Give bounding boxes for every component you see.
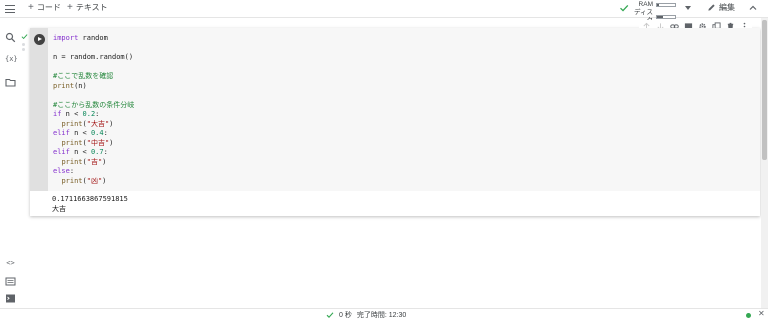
code-line[interactable]: elif n < 0.7: [53, 148, 134, 158]
pencil-icon [708, 4, 715, 11]
execution-status: 0 秒 完了時間: 12:30 [326, 310, 406, 320]
folder-icon[interactable] [5, 77, 16, 88]
plus-icon: + [67, 1, 73, 13]
ram-usage-bar [656, 3, 676, 7]
edit-button[interactable]: 編集 [707, 2, 735, 13]
code-line[interactable]: else: [53, 167, 134, 177]
output-line: 大吉 [52, 204, 66, 213]
code-line[interactable]: print(n) [53, 82, 134, 92]
cell-gutter [30, 28, 48, 191]
menu-icon[interactable] [5, 5, 15, 13]
code-editor[interactable]: import random n = random.random() #ここで乱数… [48, 28, 760, 191]
connected-check-icon [620, 4, 629, 12]
top-toolbar: + コード + テキスト RAM ディスク 編集 [0, 0, 768, 24]
code-line[interactable]: print("凶") [53, 177, 134, 187]
code-line[interactable] [53, 63, 134, 73]
run-icon[interactable] [34, 34, 45, 45]
code-line[interactable]: n = random.random() [53, 53, 134, 63]
code-snippets-icon[interactable]: <> [5, 258, 16, 269]
command-palette-icon[interactable] [5, 276, 16, 287]
code-line[interactable]: print("大吉") [53, 120, 134, 130]
variables-icon[interactable]: {x} [5, 54, 18, 65]
connection-status-dot [746, 313, 751, 318]
add-code-label: コード [36, 3, 61, 12]
code-line[interactable]: print("吉") [53, 158, 134, 168]
add-code-button[interactable]: + コード [28, 2, 61, 13]
disk-usage-bar [656, 15, 676, 19]
terminal-icon[interactable] [5, 293, 16, 304]
check-icon [326, 312, 334, 318]
output-line: 0.1711663867591815 [52, 195, 128, 203]
notebook-app: + コード + テキスト RAM ディスク 編集 [0, 0, 768, 320]
code-line[interactable]: if n < 0.2: [53, 110, 134, 120]
edit-label: 編集 [719, 3, 735, 12]
code-line[interactable]: #ここから乱数の条件分岐 [53, 101, 134, 111]
chevron-up-icon[interactable] [749, 4, 757, 12]
search-icon[interactable] [5, 32, 16, 43]
plus-icon: + [28, 1, 34, 13]
code-cell[interactable]: import random n = random.random() #ここで乱数… [30, 20, 760, 216]
code-line[interactable] [53, 91, 134, 101]
cell-output: 0.1711663867591815 大吉 [52, 195, 128, 214]
code-line[interactable]: import random [53, 34, 134, 44]
elapsed-time: 0 秒 [339, 312, 352, 319]
scrollbar[interactable] [761, 18, 768, 308]
code-text[interactable]: import random n = random.random() #ここで乱数… [53, 34, 134, 186]
status-bar: 0 秒 完了時間: 12:30 ✕ [0, 308, 768, 320]
check-icon [21, 34, 28, 40]
add-text-button[interactable]: + テキスト [67, 2, 108, 13]
code-line[interactable]: #ここで乱数を確認 [53, 72, 134, 82]
completed-time: 完了時間: 12:30 [356, 312, 407, 319]
code-line[interactable]: elif n < 0.4: [53, 129, 134, 139]
drag-handle[interactable] [22, 43, 26, 53]
chevron-down-icon[interactable] [685, 6, 691, 10]
ram-label: RAM [638, 1, 653, 8]
scrollbar-thumb[interactable] [762, 20, 767, 160]
add-text-label: テキスト [75, 3, 108, 12]
code-line[interactable] [53, 44, 134, 54]
code-line[interactable]: print("中吉") [53, 139, 134, 149]
close-icon[interactable]: ✕ [758, 309, 765, 318]
